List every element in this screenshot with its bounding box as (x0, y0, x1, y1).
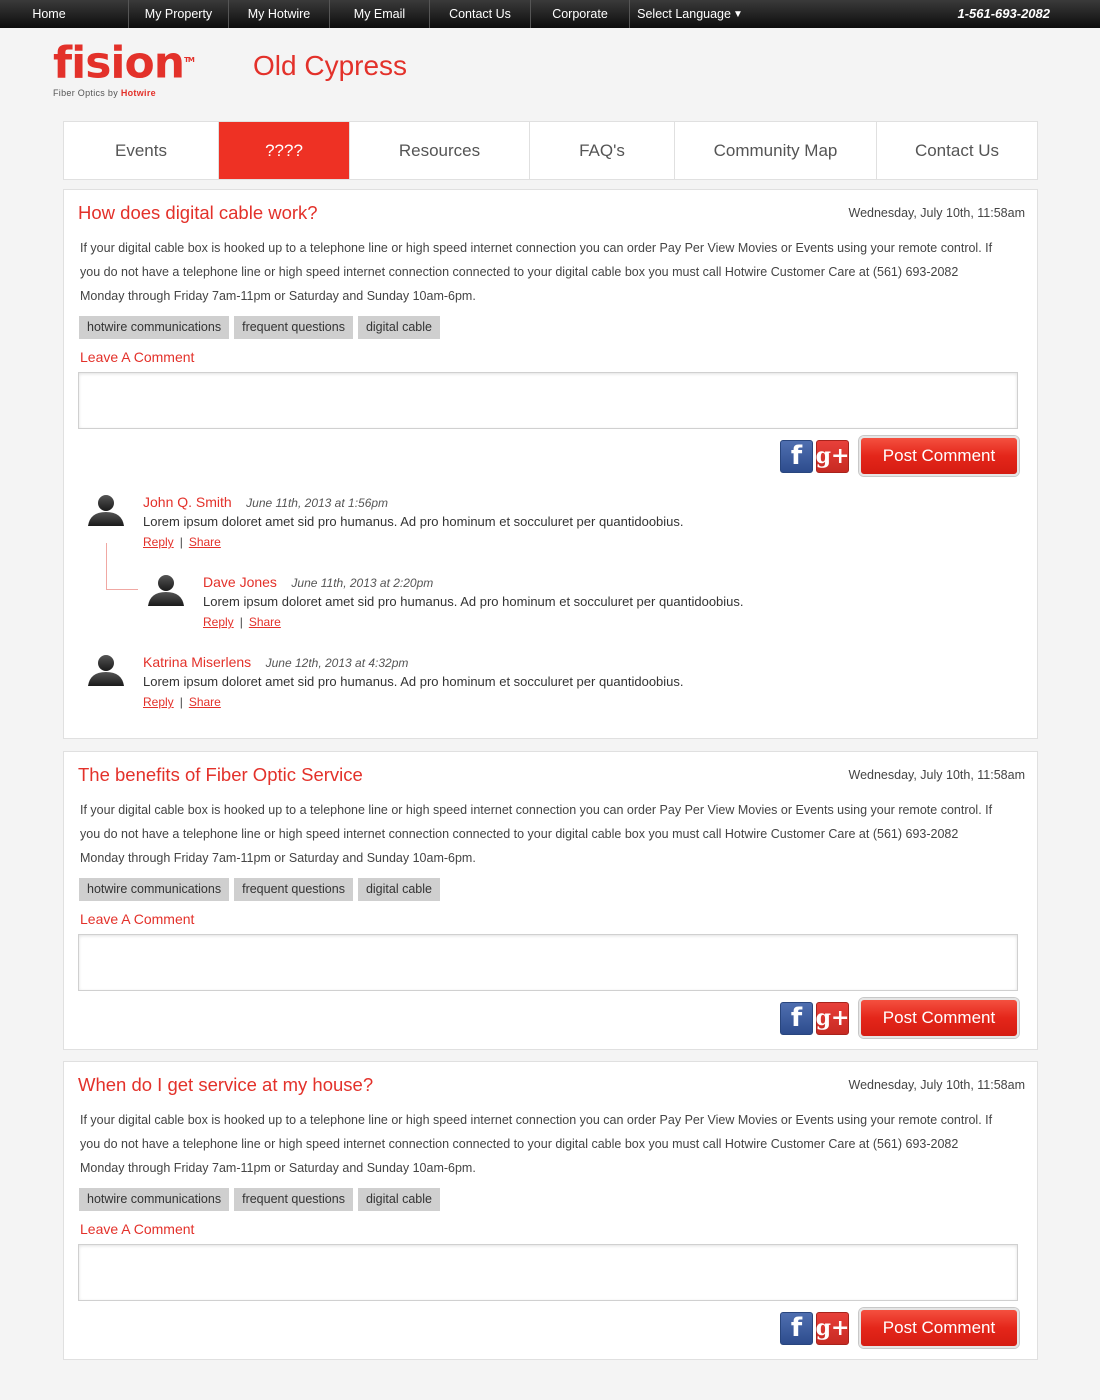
post-title[interactable]: How does digital cable work? (78, 202, 318, 224)
avatar-icon (88, 655, 124, 686)
language-select[interactable]: Select Language ▼ (630, 0, 750, 28)
comment-input[interactable] (78, 1244, 1018, 1301)
share-link[interactable]: Share (249, 615, 281, 629)
comment-reply: Dave Jones June 11th, 2013 at 2:20pm Lor… (64, 570, 1039, 630)
comment-text: Lorem ipsum doloret amet sid pro humanus… (143, 674, 684, 689)
post-comment-button[interactable]: Post Comment (859, 436, 1019, 476)
top-nav-my-hotwire[interactable]: My Hotwire (229, 0, 330, 28)
phone-number: 1-561-693-2082 (957, 6, 1050, 21)
top-nav-contact-us[interactable]: Contact Us (430, 0, 531, 28)
tag[interactable]: hotwire communications (79, 1188, 230, 1211)
post: The benefits of Fiber Optic Service Wedn… (63, 751, 1038, 1050)
post-title[interactable]: The benefits of Fiber Optic Service (78, 764, 363, 786)
post-body: If your digital cable box is hooked up t… (80, 1113, 993, 1175)
reply-link[interactable]: Reply (203, 615, 234, 629)
main-nav: Events ???? Resources FAQ's Community Ma… (63, 121, 1038, 180)
tag[interactable]: frequent questions (234, 316, 353, 339)
header: fisionTM Fiber Optics by Hotwire Old Cyp… (0, 28, 1100, 120)
post-body: If your digital cable box is hooked up t… (80, 241, 993, 303)
logo-tagline-brand: Hotwire (120, 87, 156, 98)
top-nav: Home My Property My Hotwire My Email Con… (0, 0, 750, 28)
tag[interactable]: hotwire communications (79, 878, 230, 901)
tag-list: hotwire communications frequent question… (79, 878, 440, 901)
comment-actions: f g+ Post Comment (780, 998, 1019, 1038)
leave-comment-label: Leave A Comment (80, 349, 195, 365)
comment-input[interactable] (78, 934, 1018, 991)
fision-logo[interactable]: fisionTM Fiber Optics by Hotwire (53, 37, 195, 98)
top-bar: Home My Property My Hotwire My Email Con… (0, 0, 1100, 28)
link-separator: | (179, 695, 183, 709)
google-plus-share-icon[interactable]: g+ (816, 1311, 849, 1345)
nav-tab-contact-us[interactable]: Contact Us (877, 122, 1037, 179)
comment-author[interactable]: Dave Jones (203, 574, 277, 590)
top-nav-my-property[interactable]: My Property (129, 0, 229, 28)
nav-tab-active[interactable]: ???? (219, 122, 350, 179)
reply-link[interactable]: Reply (143, 695, 174, 709)
tag[interactable]: digital cable (357, 1188, 440, 1211)
post-date: Wednesday, July 10th, 11:58am (848, 206, 1026, 220)
site-title: Old Cypress (253, 50, 408, 81)
link-separator: | (239, 615, 243, 629)
post-date: Wednesday, July 10th, 11:58am (848, 768, 1026, 782)
tag-list: hotwire communications frequent question… (79, 1188, 440, 1211)
logo-tagline: Fiber Optics by (53, 87, 121, 98)
nav-tab-resources[interactable]: Resources (350, 122, 530, 179)
nav-tab-events[interactable]: Events (64, 122, 219, 179)
post-comment-button[interactable]: Post Comment (859, 998, 1019, 1038)
share-link[interactable]: Share (189, 695, 221, 709)
leave-comment-label: Leave A Comment (80, 1221, 195, 1237)
tag[interactable]: digital cable (357, 316, 440, 339)
facebook-share-icon[interactable]: f (780, 439, 813, 473)
caret-down-icon: ▼ (732, 8, 743, 20)
post-title[interactable]: When do I get service at my house? (78, 1074, 373, 1096)
facebook-share-icon[interactable]: f (780, 1001, 813, 1035)
comment-author[interactable]: Katrina Miserlens (143, 654, 251, 670)
google-plus-share-icon[interactable]: g+ (816, 1001, 849, 1035)
share-link[interactable]: Share (189, 535, 221, 549)
logo-trademark: TM (184, 56, 195, 64)
tag[interactable]: frequent questions (234, 1188, 353, 1211)
comment-date: June 12th, 2013 at 4:32pm (265, 656, 409, 670)
post-comment-button[interactable]: Post Comment (859, 1308, 1019, 1348)
comment-actions: f g+ Post Comment (780, 436, 1019, 476)
google-plus-share-icon[interactable]: g+ (816, 439, 849, 473)
tag-list: hotwire communications frequent question… (79, 316, 440, 339)
comment-text: Lorem ipsum doloret amet sid pro humanus… (203, 594, 744, 609)
comment: John Q. Smith June 11th, 2013 at 1:56pm … (64, 490, 1039, 550)
top-nav-my-email[interactable]: My Email (330, 0, 430, 28)
logo-wordmark: fision (53, 37, 185, 89)
avatar-icon (148, 575, 184, 606)
tag[interactable]: digital cable (357, 878, 440, 901)
post-body: If your digital cable box is hooked up t… (80, 803, 993, 865)
reply-link[interactable]: Reply (143, 535, 174, 549)
nav-tab-community-map[interactable]: Community Map (675, 122, 877, 179)
comment-date: June 11th, 2013 at 1:56pm (246, 496, 389, 510)
post: When do I get service at my house? Wedne… (63, 1061, 1038, 1360)
comment-actions: f g+ Post Comment (780, 1308, 1019, 1348)
nav-tab-faqs[interactable]: FAQ's (530, 122, 675, 179)
facebook-share-icon[interactable]: f (780, 1311, 813, 1345)
comment-text: Lorem ipsum doloret amet sid pro humanus… (143, 514, 684, 529)
comment-author[interactable]: John Q. Smith (143, 494, 232, 510)
comment-input[interactable] (78, 372, 1018, 429)
post-date: Wednesday, July 10th, 11:58am (848, 1078, 1026, 1092)
top-nav-home[interactable]: Home (0, 0, 129, 28)
avatar-icon (88, 495, 124, 526)
leave-comment-label: Leave A Comment (80, 911, 195, 927)
tag[interactable]: frequent questions (234, 878, 353, 901)
post: How does digital cable work? Wednesday, … (63, 189, 1038, 739)
comment: Katrina Miserlens June 12th, 2013 at 4:3… (64, 650, 1039, 710)
language-select-label: Select Language (637, 7, 731, 21)
top-nav-corporate[interactable]: Corporate (531, 0, 630, 28)
comment-date: June 11th, 2013 at 2:20pm (291, 576, 434, 590)
link-separator: | (179, 535, 183, 549)
tag[interactable]: hotwire communications (79, 316, 230, 339)
